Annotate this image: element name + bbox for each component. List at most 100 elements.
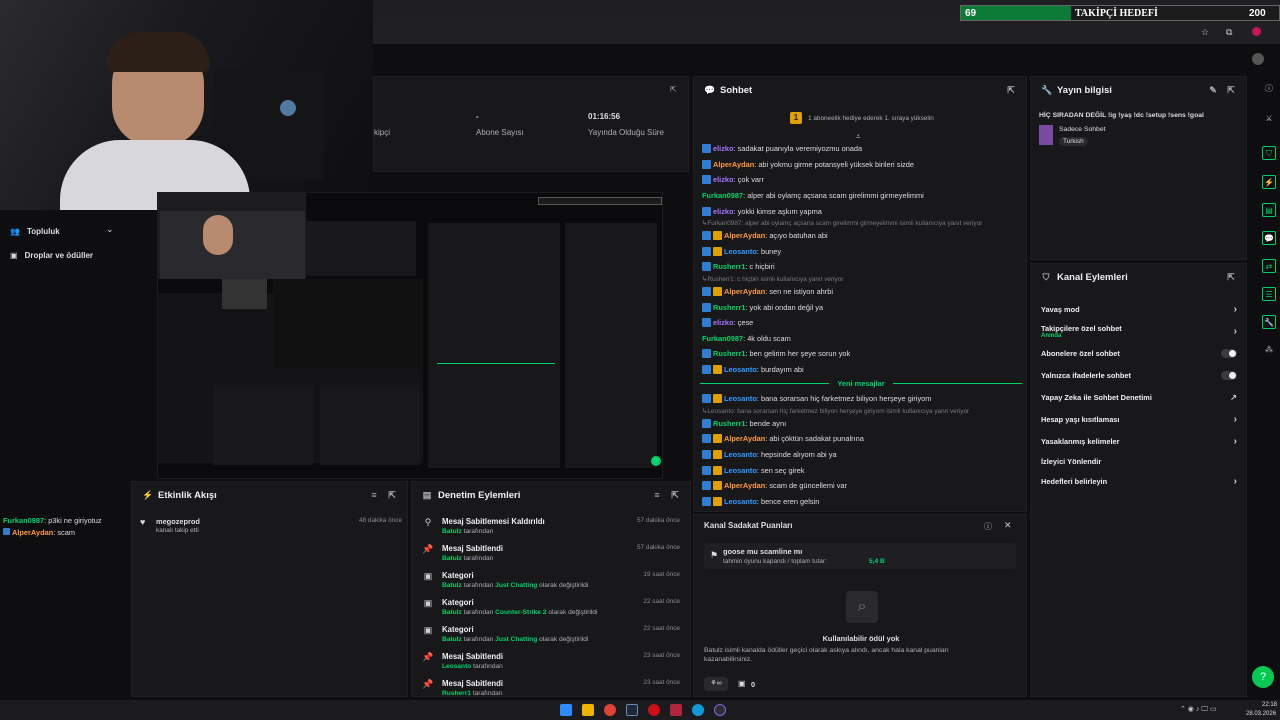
points-button[interactable]: ⚘∞ — [704, 677, 728, 691]
chat-username[interactable]: elizko — [713, 175, 734, 184]
chat-username[interactable]: Rusherr1 — [713, 419, 745, 428]
chat-message[interactable]: Rusherr1: c hiçbiri — [702, 259, 1024, 275]
chrome-icon[interactable] — [604, 704, 616, 716]
chat-message[interactable]: Leosanto: buney — [702, 244, 1024, 260]
file-explorer-icon[interactable] — [582, 704, 594, 716]
rail-tools-icon[interactable]: ⛉ — [1262, 146, 1276, 160]
chevron-down-icon[interactable]: ⌄ — [106, 224, 114, 235]
rail-doc-icon[interactable]: ▤ — [1262, 203, 1276, 217]
chat-username[interactable]: Rusherr1 — [713, 262, 745, 271]
chat-message[interactable]: Rusherr1: bende aynı — [702, 416, 1024, 432]
subs-only-toggle[interactable] — [1221, 348, 1237, 358]
action-ai-moderation[interactable]: Yapay Zeka ile Sohbet Denetimi ↗ — [1031, 386, 1247, 408]
chat-username[interactable]: Leosanto — [724, 497, 757, 506]
prediction-card[interactable]: ⚑ goose mu scamline mı tahmin oyunu kapa… — [704, 543, 1016, 569]
chat-username[interactable]: Furkan0987 — [702, 191, 743, 200]
help-fab-icon[interactable]: ? — [1252, 666, 1274, 688]
rail-list-icon[interactable]: ☰ — [1262, 287, 1276, 301]
popout-icon[interactable]: ⇱ — [387, 490, 397, 500]
extensions-icon[interactable]: ⧉ — [1226, 27, 1232, 38]
chat-bubble-icon: 💬 — [704, 85, 716, 95]
action-subs-only[interactable]: Abonelere özel sohbet — [1031, 342, 1247, 364]
star-icon[interactable]: ☆ — [1201, 27, 1209, 38]
filter-icon[interactable]: ≡ — [369, 490, 379, 500]
chat-username[interactable]: AlperAydan — [724, 434, 765, 443]
chat-message[interactable]: Leosanto: burdayım abi — [702, 362, 1024, 378]
chest-icon[interactable]: ▣ — [738, 679, 746, 688]
chat-message[interactable]: Rusherr1: ben gelirim her şeye sorun yok — [702, 346, 1024, 362]
chat-message[interactable]: Leosanto: bence eren gelsin — [702, 494, 1024, 510]
action-emote-only[interactable]: Yalnızca ifadelerle sohbet — [1031, 364, 1247, 386]
chat-message[interactable]: AlperAydan: scam de güncellemi var — [702, 478, 1024, 494]
action-banned-words[interactable]: Yasaklanmış kelimeler › — [1031, 430, 1247, 452]
chat-username[interactable]: elizko — [713, 207, 734, 216]
edge-icon[interactable] — [692, 704, 704, 716]
chat-username[interactable]: elizko — [713, 144, 734, 153]
chat-message[interactable]: elizko: çese — [702, 315, 1024, 331]
rail-chat-icon[interactable]: 💬 — [1262, 231, 1276, 245]
sidebar-item-drops[interactable]: ▣ Droplar ve ödüller — [10, 248, 150, 262]
chat-message[interactable]: Leosanto: sen seç girek — [702, 462, 1024, 478]
user-avatar-icon[interactable] — [1252, 53, 1264, 65]
chat-username[interactable]: AlperAydan — [713, 160, 754, 169]
chat-username[interactable]: Furkan0987 — [702, 334, 743, 343]
chat-username[interactable]: Leosanto — [724, 247, 757, 256]
modlog-row: 📌 Mesaj Sabitlendi Rusherr1 tarafından 2… — [412, 674, 690, 701]
popout-icon[interactable]: ⇱ — [1006, 85, 1016, 95]
rail-grid-icon[interactable]: ⁂ — [1262, 343, 1276, 357]
action-slow-mode[interactable]: Yavaş mod › — [1031, 298, 1247, 320]
tray-icons[interactable]: ⌃ ◉ ♪ 🖵 ▭ — [1180, 705, 1217, 714]
chat-message[interactable]: AlperAydan: abi yokmu girme potansyeli y… — [702, 157, 1024, 173]
info-icon[interactable]: ⓘ — [1262, 82, 1276, 96]
opera-icon[interactable] — [648, 704, 660, 716]
popout-icon[interactable]: ⇱ — [1226, 272, 1236, 282]
chat-message[interactable]: AlperAydan: açıyo batuhan abi — [702, 228, 1024, 244]
modlog-row-title: Mesaj Sabitlemesi Kaldırıldı — [442, 517, 545, 526]
chat-message[interactable]: Leosanto: hepsinde alıyom abi ya — [702, 447, 1024, 463]
action-account-age[interactable]: Hesap yaşı kısıtlaması › — [1031, 408, 1247, 430]
chat-username[interactable]: Leosanto — [724, 365, 757, 374]
rail-lightning-icon[interactable]: ⚡ — [1262, 175, 1276, 189]
chat-username[interactable]: Leosanto — [724, 466, 757, 475]
chat-username[interactable]: Leosanto — [724, 394, 757, 403]
chat-message[interactable]: elizko: çok varr — [702, 172, 1024, 188]
rail-raid-icon[interactable]: ⇄ — [1262, 259, 1276, 273]
close-icon[interactable]: ✕ — [1004, 520, 1012, 531]
popout-icon[interactable]: ⇱ — [1226, 85, 1236, 95]
edit-icon[interactable]: ✎ — [1208, 85, 1218, 95]
info-icon[interactable]: ⓘ — [984, 521, 992, 532]
chat-username[interactable]: Leosanto — [724, 450, 757, 459]
chat-message[interactable]: elizko: yokki kimse aşkım yapma — [702, 203, 1024, 219]
rail-wrench-icon[interactable]: 🔧 — [1262, 315, 1276, 329]
action-raid[interactable]: İzleyici Yönlendir — [1031, 452, 1247, 470]
sidebar-item-community[interactable]: 👥 Topluluk — [10, 224, 120, 238]
chat-message[interactable]: AlperAydan: sen ne istiyon ahrbi — [702, 284, 1024, 300]
chat-username[interactable]: Rusherr1 — [713, 349, 745, 358]
chat-username[interactable]: elizko — [713, 318, 734, 327]
rail-mod-icon[interactable]: ⚔ — [1262, 112, 1276, 126]
chat-message[interactable]: Leosanto: bana sorarsan hiç farketmez bi… — [702, 391, 1024, 407]
chat-username[interactable]: AlperAydan — [724, 231, 765, 240]
chat-message[interactable]: Furkan0987: 4k oldu scam — [702, 331, 1024, 347]
windows-start-icon[interactable] — [560, 704, 572, 716]
obs-icon[interactable] — [714, 704, 726, 716]
filter-icon[interactable]: ≡ — [652, 490, 662, 500]
action-label: Takipçilere özel sohbet — [1041, 323, 1122, 333]
chat-message[interactable]: Furkan0987: alper abi oylamç açsana scam… — [702, 188, 1024, 204]
emote-only-toggle[interactable] — [1221, 370, 1237, 380]
action-goals[interactable]: Hedefleri belirleyin › — [1031, 470, 1247, 492]
chat-username[interactable]: AlperAydan — [724, 287, 765, 296]
app-icon[interactable] — [670, 704, 682, 716]
action-followers-only[interactable]: Takipçilere özel sohbet Anında › — [1031, 320, 1247, 342]
steam-icon[interactable] — [626, 704, 638, 716]
popout-icon[interactable]: ⇱ — [670, 490, 680, 500]
chat-message[interactable]: Rusherr1: yok abi ondan değil ya — [702, 299, 1024, 315]
chat-message[interactable]: AlperAydan: abi çöktün sadakat punalrına — [702, 431, 1024, 447]
profile-avatar[interactable] — [1252, 27, 1261, 36]
chat-username[interactable]: Rusherr1 — [713, 303, 745, 312]
stream-tag[interactable]: Turkish — [1059, 137, 1088, 146]
chat-message[interactable]: elizko: sadakat puanıyla veremiyozmu ona… — [702, 141, 1024, 157]
chat-panel: 💬 Sohbet ⇱ 1 1 aboneelik hediye ederek 1… — [693, 76, 1027, 512]
chat-username[interactable]: AlperAydan — [724, 481, 765, 490]
stats-popout-icon[interactable]: ⇱ — [670, 85, 677, 94]
